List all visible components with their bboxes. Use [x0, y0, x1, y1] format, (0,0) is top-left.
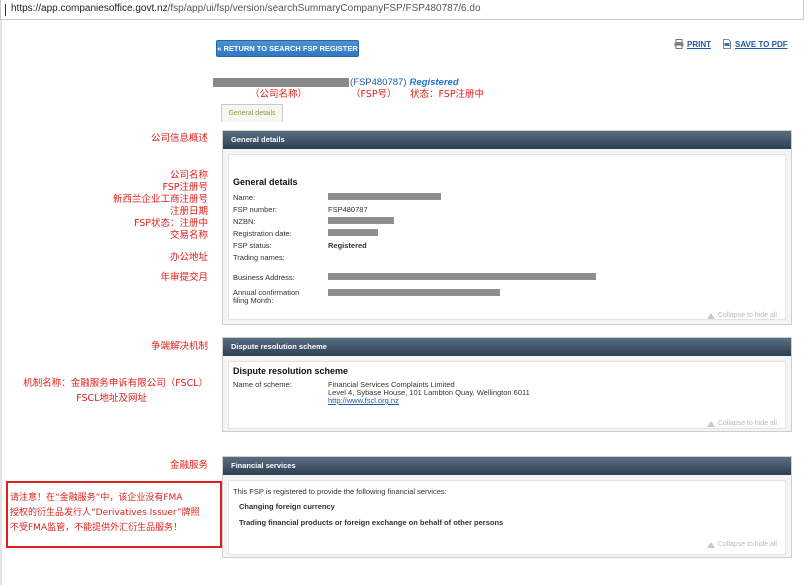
collapse-dispute[interactable]: Collapse to hide all: [706, 420, 777, 427]
annotation-label-3: 新西兰企业工商注册号: [112, 194, 208, 205]
fsp-number-heading: (FSP480787): [350, 77, 407, 88]
nzbn-label: NZBN:: [233, 217, 256, 226]
text-cursor: [5, 4, 6, 16]
collapse-general[interactable]: Collapse to hide all: [706, 312, 777, 319]
financial-services-panel: Financial services This FSP is registere…: [222, 456, 792, 558]
warning-line: 请注意！在“金融服务”中，该企业没有FMA: [10, 493, 183, 503]
scheme-url-link[interactable]: http://www.fscl.org.nz: [328, 396, 399, 405]
fsp-number-label: FSP number:: [233, 205, 278, 214]
annotation-address: 办公地址: [169, 252, 208, 263]
filing-month-label: filing Month:: [233, 296, 274, 305]
warning-box: 请注意！在“金融服务”中，该企业没有FMA 授权的衍生品发行人“Derivati…: [6, 481, 222, 548]
financial-services-header[interactable]: Financial services: [223, 457, 791, 475]
address-bar[interactable]: https://app.companiesoffice.govt.nz/fsp/…: [0, 0, 804, 20]
dispute-resolution-header[interactable]: Dispute resolution scheme: [223, 338, 791, 356]
pdf-document-icon: [723, 39, 731, 49]
collapse-label: Collapse to hide all: [717, 420, 777, 427]
general-details-body: General details Name: FSP number: FSP480…: [228, 154, 786, 320]
financial-services-intro: This FSP is registered to provide the fo…: [233, 487, 447, 496]
warning-line: 授权的衍生品发行人“Derivatives Issuer”牌照: [10, 508, 200, 518]
fsp-number-value: FSP480787: [328, 205, 368, 214]
dispute-resolution-title: Dispute resolution scheme: [233, 366, 349, 376]
annotation-scheme-2: FSCL地址及网址: [76, 393, 147, 404]
annotation-scheme-1: 机制名称：金融服务申诉有限公司（FSCL）: [23, 378, 208, 389]
printer-icon: [674, 39, 684, 49]
name-label: Name:: [233, 193, 256, 202]
company-name-redacted: [213, 78, 349, 87]
dispute-resolution-body: Dispute resolution scheme Name of scheme…: [228, 361, 786, 429]
save-pdf-link[interactable]: SAVE TO PDF: [722, 39, 788, 49]
general-details-header[interactable]: General details: [223, 131, 791, 149]
annotation-label-4: 注册日期: [169, 206, 208, 217]
annotation-label-6: 交易名称: [169, 230, 208, 241]
filing-month-redacted: [328, 289, 500, 296]
annotation-dispute: 争端解决机制: [150, 341, 208, 352]
collapse-triangle-icon: [706, 541, 715, 548]
status-heading: Registered: [409, 77, 459, 88]
annotation-label-1: 公司名称: [169, 170, 208, 181]
registration-date-label: Registration date:: [233, 229, 292, 238]
annotation-overview: 公司信息概述: [150, 133, 208, 144]
return-to-search-button[interactable]: « RETURN TO SEARCH FSP REGISTER: [216, 40, 359, 57]
annotation-financial: 金融服务: [169, 460, 208, 471]
tab-general-details[interactable]: General details: [221, 104, 283, 122]
fsp-heading: (FSP480787) Registered: [350, 77, 459, 88]
service-item: Trading financial products or foreign ex…: [239, 518, 504, 527]
service-item: Changing foreign currency: [239, 502, 335, 511]
collapse-label: Collapse to hide all: [717, 312, 777, 319]
financial-services-body: This FSP is registered to provide the fo…: [228, 480, 786, 555]
business-address-label: Business Address:: [233, 273, 295, 282]
save-pdf-label: SAVE TO PDF: [735, 39, 788, 49]
warning-line: 不受FMA监管，不能提供外汇衍生品服务！: [10, 523, 183, 533]
general-details-panel: General details General details Name: FS…: [222, 130, 792, 325]
scheme-name-label: Name of scheme:: [233, 380, 292, 389]
registration-date-redacted: [328, 229, 378, 236]
annotation-label-2: FSP注册号: [162, 182, 208, 193]
annotation-fsp-no: （FSP号）: [351, 89, 397, 100]
print-link[interactable]: PRINT: [674, 39, 711, 49]
collapse-label: Collapse to hide all: [717, 541, 777, 548]
general-details-title: General details: [233, 177, 298, 187]
collapse-triangle-icon: [706, 420, 715, 427]
fsp-status-label: FSP status:: [233, 241, 272, 250]
annotation-status: 状态：FSP注册中: [410, 89, 485, 100]
business-address-redacted: [328, 273, 596, 280]
collapse-triangle-icon: [706, 312, 715, 319]
name-value-redacted: [328, 193, 441, 200]
warning-text: 请注意！在“金融服务”中，该企业没有FMA 授权的衍生品发行人“Derivati…: [10, 491, 200, 536]
dispute-resolution-panel: Dispute resolution scheme Dispute resolu…: [222, 337, 792, 432]
annotation-label-5: FSP状态：注册中: [133, 218, 208, 229]
annotation-company-name: （公司名称）: [250, 89, 308, 100]
annotation-annual: 年审提交月: [160, 272, 208, 283]
collapse-financial[interactable]: Collapse to hide all: [706, 541, 777, 548]
nzbn-value-redacted: [328, 217, 394, 224]
fsp-status-value: Registered: [328, 241, 367, 250]
trading-names-label: Trading names:: [233, 253, 285, 262]
print-label: PRINT: [687, 39, 711, 49]
address-url[interactable]: https://app.companiesoffice.govt.nz/fsp/…: [11, 3, 481, 14]
